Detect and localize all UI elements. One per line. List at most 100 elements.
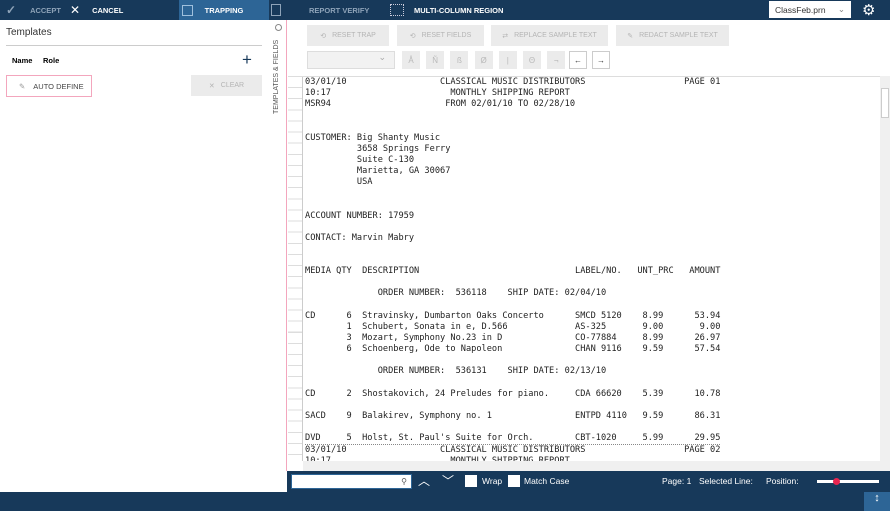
report-line[interactable]: 03/01/10 CLASSICAL MUSIC DISTRIBUTORS PA… (305, 445, 720, 456)
report-line[interactable] (305, 422, 720, 433)
strip-label: TEMPLATES & FIELDS (273, 40, 280, 115)
accept-button[interactable]: ✓ ACCEPT (6, 0, 61, 20)
divider (6, 45, 262, 46)
match-case-label: Match Case (524, 476, 570, 486)
report-line[interactable] (305, 255, 720, 266)
insert-char-button[interactable]: | (498, 51, 517, 69)
close-icon: ✕ (208, 82, 215, 90)
insert-char-button[interactable]: ¬ (547, 51, 566, 69)
wrap-label: Wrap (482, 476, 503, 486)
find-field[interactable] (301, 477, 402, 486)
column-role: Role (43, 56, 60, 65)
report-text[interactable]: 03/01/10 CLASSICAL MUSIC DISTRIBUTORS PA… (305, 77, 721, 461)
redact-icon: ✎ (627, 32, 634, 40)
report-item-line[interactable]: SACD 9 Balakirev, Symphony no. 1 ENTPD 4… (305, 411, 720, 422)
report-line[interactable] (305, 110, 720, 121)
character-dropdown[interactable]: ⌄ (307, 51, 395, 69)
report-viewer[interactable]: 03/01/10 CLASSICAL MUSIC DISTRIBUTORS PA… (288, 76, 880, 461)
report-line[interactable]: ORDER NUMBER: 536118 SHIP DATE: 02/04/10 (305, 288, 720, 299)
replace-icon: ⇄ (502, 32, 509, 40)
report-line[interactable] (305, 199, 720, 210)
report-icon (271, 4, 281, 16)
tab-trapping[interactable]: TRAPPING (179, 0, 269, 20)
report-line[interactable]: ORDER NUMBER: 536131 SHIP DATE: 02/13/10 (305, 366, 720, 377)
status-bar: ↕ (0, 492, 890, 511)
report-line[interactable] (305, 300, 720, 311)
add-template-button[interactable]: + (242, 50, 252, 70)
match-case-checkbox[interactable] (508, 475, 520, 487)
report-line[interactable] (305, 222, 720, 233)
templates-panel: Templates Name Role + ✎ AUTO DEFINE ✕ CLEA… (0, 20, 272, 491)
report-line[interactable]: MSR94 FROM 02/01/10 TO 02/28/10 (305, 99, 720, 110)
insert-char-button[interactable]: Θ (523, 51, 541, 69)
pin-icon[interactable] (275, 24, 282, 31)
report-line[interactable]: CUSTOMER: Big Shanty Music (305, 133, 720, 144)
insert-char-button[interactable]: Å (402, 51, 420, 69)
report-line[interactable] (305, 277, 720, 288)
report-line[interactable] (305, 400, 720, 411)
auto-define-button[interactable]: ✎ AUTO DEFINE (6, 75, 92, 97)
expand-vertical-icon[interactable]: ↕ (864, 492, 890, 511)
chevron-down-icon: ⌄ (837, 4, 845, 14)
report-line[interactable]: Suite C-130 (305, 155, 720, 166)
report-line[interactable]: ACCOUNT NUMBER: 17959 (305, 211, 720, 222)
reset-fields-button[interactable]: ⟲ RESET FIELDS (397, 25, 484, 46)
report-item-line[interactable]: CD 2 Shostakovich, 24 Preludes for piano… (305, 389, 720, 400)
report-line[interactable]: 10:17 MONTHLY SHIPPING REPORT (305, 88, 720, 99)
report-line[interactable] (305, 122, 720, 133)
cancel-button[interactable]: ✕ CANCEL (70, 0, 123, 20)
report-line[interactable]: Marietta, GA 30067 (305, 166, 720, 177)
templates-fields-toggle[interactable]: TEMPLATES & FIELDS (272, 20, 287, 471)
report-line[interactable] (305, 244, 720, 255)
scroll-thumb[interactable] (881, 88, 889, 118)
left-arrow-button[interactable]: ← (569, 51, 587, 69)
report-line[interactable] (305, 377, 720, 388)
reset-icon: ⟲ (320, 32, 327, 40)
columns-icon (390, 4, 404, 16)
gear-icon[interactable]: ⚙ (862, 1, 875, 19)
file-dropdown[interactable]: ClassFeb.prn ⌄ (769, 1, 851, 18)
previous-match-button[interactable]: ︿ (418, 472, 430, 489)
search-icon: ⚲ (401, 477, 407, 486)
report-item-line[interactable]: 6 Schoenberg, Ode to Napoleon CHAN 9116 … (305, 344, 721, 355)
report-line[interactable]: MEDIA QTY DESCRIPTION LABEL/NO. UNT_PRC … (305, 266, 720, 277)
report-item-line[interactable]: 1 Schubert, Sonata in e, D.566 AS-325 9.… (305, 322, 721, 333)
check-icon: ✓ (6, 3, 17, 17)
horizontal-scrollbar[interactable] (303, 461, 890, 471)
reset-trap-button[interactable]: ⟲ RESET TRAP (307, 25, 389, 46)
tab-multi-column-region[interactable]: MULTI-COLUMN REGION (390, 0, 503, 20)
report-line[interactable]: CONTACT: Marvin Mabry (305, 233, 720, 244)
column-name: Name (12, 56, 33, 65)
position-label: Position: (766, 476, 799, 486)
report-line[interactable] (305, 355, 720, 366)
insert-char-button[interactable]: Ø (474, 51, 493, 69)
replace-sample-text-button[interactable]: ⇄ REPLACE SAMPLE TEXT (491, 25, 608, 46)
auto-define-icon: ✎ (19, 81, 26, 91)
chevron-down-icon: ⌄ (378, 52, 386, 62)
report-item-line[interactable]: 3 Mozart, Symphony No.23 in D CO-77884 8… (305, 333, 721, 344)
next-match-button[interactable]: ﹀ (442, 472, 454, 489)
slider-thumb[interactable] (832, 478, 840, 485)
report-line[interactable] (305, 188, 720, 199)
report-item-line[interactable]: CD 6 Stravinsky, Dumbarton Oaks Concerto… (305, 311, 720, 322)
right-arrow-button[interactable]: → (592, 51, 610, 69)
report-line[interactable]: USA (305, 177, 720, 188)
panel-title: Templates (6, 27, 52, 38)
insert-char-button[interactable]: Ñ (426, 51, 445, 69)
redact-sample-text-button[interactable]: ✎ REDACT SAMPLE TEXT (616, 25, 729, 46)
report-item-line[interactable]: DVD 5 Holst, St. Paul's Suite for Orch. … (305, 433, 721, 446)
trap-icon (182, 4, 193, 16)
top-toolbar: ✓ ACCEPT ✕ CANCEL TRAPPING REPORT VERIFY M… (0, 0, 890, 20)
position-slider[interactable] (817, 478, 879, 485)
line-gutter (288, 77, 303, 461)
clear-button[interactable]: ✕ CLEAR (191, 75, 262, 96)
vertical-scrollbar[interactable] (880, 76, 890, 461)
find-input[interactable]: ⚲ (291, 474, 412, 489)
reset-icon: ⟲ (409, 32, 416, 40)
report-line[interactable]: 03/01/10 CLASSICAL MUSIC DISTRIBUTORS PA… (305, 77, 720, 88)
report-line[interactable]: 3658 Springs Ferry (305, 144, 720, 155)
selected-line-label: Selected Line: (699, 476, 753, 486)
wrap-checkbox[interactable] (465, 475, 477, 487)
tab-report-verify[interactable]: REPORT VERIFY (271, 0, 369, 20)
insert-char-button[interactable]: ß (450, 51, 469, 69)
